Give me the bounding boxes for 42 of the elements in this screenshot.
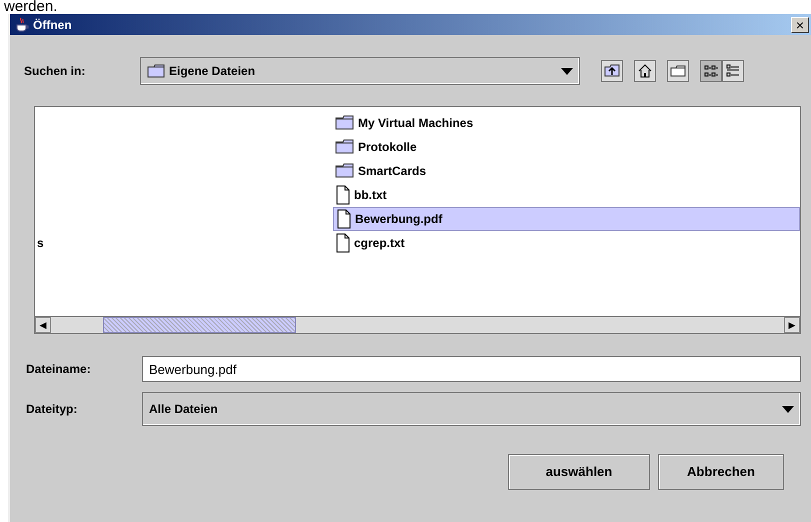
list-view-button[interactable] — [700, 60, 722, 82]
folder-item[interactable]: Protokolle — [333, 135, 800, 159]
file-name-field[interactable]: Bewerbung.pdf — [142, 356, 801, 382]
document-icon — [335, 233, 351, 253]
look-in-label: Suchen in: — [24, 63, 86, 80]
folder-icon — [335, 163, 355, 179]
folder-icon — [335, 115, 355, 131]
scroll-left-button[interactable]: ◀ — [35, 317, 51, 333]
page-text: werden. — [3, 0, 58, 14]
file-item[interactable]: Bewerbung.pdf — [333, 207, 800, 231]
file-type-dropdown[interactable]: Alle Dateien — [142, 392, 801, 426]
details-view-icon — [725, 63, 741, 79]
folder-icon — [335, 139, 355, 155]
select-button[interactable]: auswählen — [508, 454, 650, 490]
file-name-label: Dateiname: — [26, 361, 92, 378]
up-folder-button[interactable] — [601, 60, 623, 82]
list-view-icon — [703, 63, 719, 79]
document-icon — [336, 209, 352, 229]
folder-item[interactable]: SmartCards — [333, 159, 800, 183]
scroll-right-button[interactable]: ▶ — [784, 317, 800, 333]
dropdown-arrow-icon — [782, 406, 794, 412]
dropdown-arrow-icon — [561, 68, 573, 74]
scrollbar-thumb[interactable] — [103, 317, 296, 333]
home-button[interactable] — [634, 60, 656, 82]
file-item[interactable]: s — [35, 231, 333, 255]
file-type-label: Dateityp: — [26, 401, 78, 418]
home-icon — [637, 63, 653, 79]
folder-icon — [147, 64, 165, 78]
window-title: Öffnen — [33, 16, 72, 34]
cancel-button[interactable]: Abbrechen — [658, 454, 784, 490]
folder-item[interactable]: My Virtual Machines — [333, 111, 800, 135]
document-icon — [335, 185, 351, 205]
new-folder-icon — [670, 63, 686, 79]
new-folder-button[interactable] — [667, 60, 689, 82]
folder-up-icon — [604, 63, 620, 79]
details-view-button[interactable] — [722, 60, 744, 82]
close-button[interactable]: × — [791, 16, 809, 32]
horizontal-scrollbar[interactable]: ◀ ▶ — [35, 316, 800, 333]
file-item[interactable]: bb.txt — [333, 183, 800, 207]
file-item[interactable]: cgrep.txt — [333, 231, 800, 255]
coffee-cup-icon — [14, 16, 30, 32]
look-in-dropdown[interactable]: Eigene Dateien — [140, 57, 580, 85]
